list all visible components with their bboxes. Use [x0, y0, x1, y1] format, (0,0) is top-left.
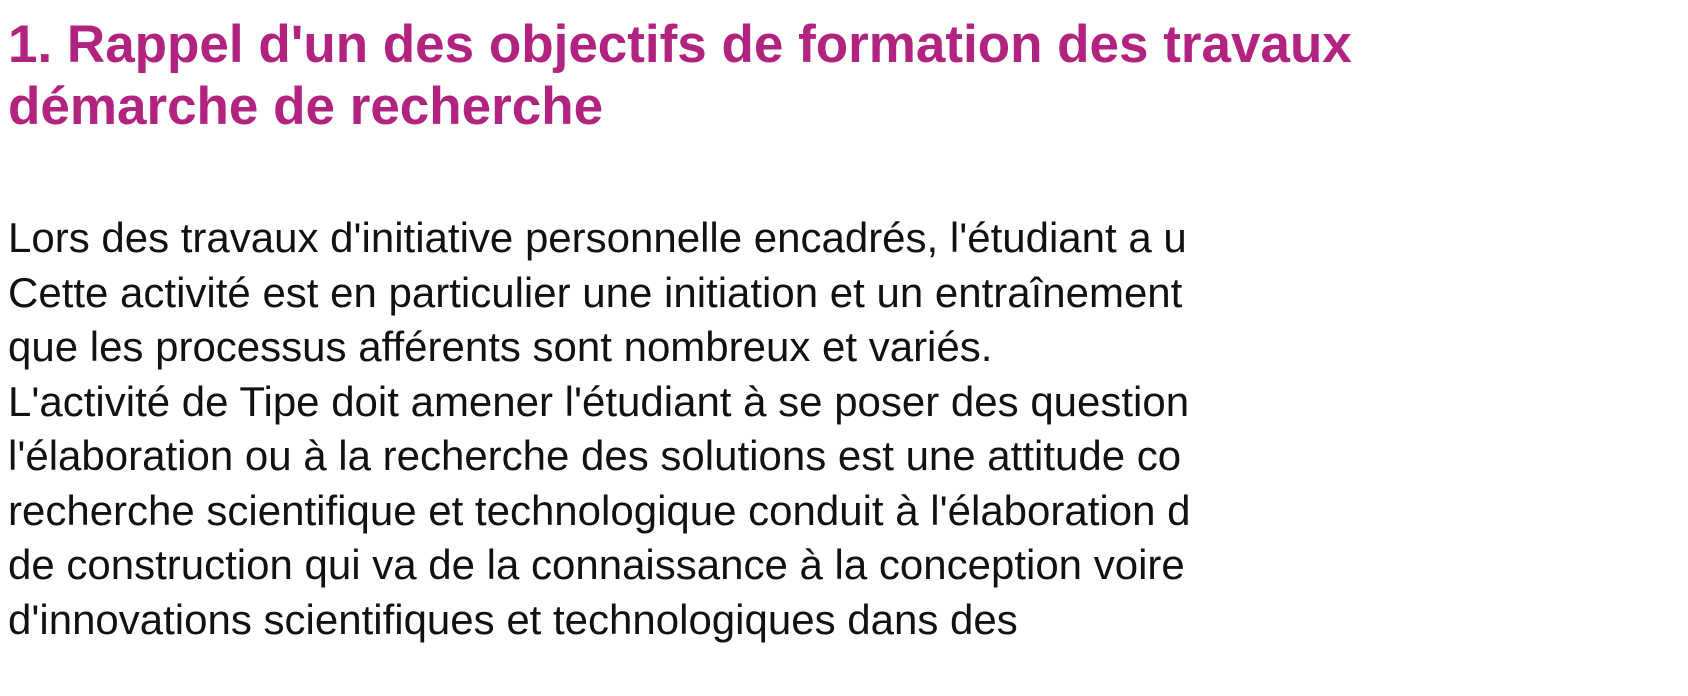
body-line-8: d'innovations scientifiques et technolog… [8, 595, 1018, 643]
body-line-4: L'activité de Tipe doit amener l'étudian… [8, 377, 1190, 425]
body-line-3: que les processus afférents sont nombreu… [8, 323, 993, 370]
body-paragraph: Lors des travaux d'initiative personnell… [8, 211, 1190, 647]
heading-line-1: 1. Rappel d'un des objectifs de formatio… [8, 15, 1352, 74]
body-line-2: Cette activité est en particulier une in… [8, 268, 1183, 316]
body-line-6: recherche scientifique et technologique … [8, 486, 1191, 534]
heading-line-2: démarche de recherche [8, 77, 604, 136]
body-line-1: Lors des travaux d'initiative personnell… [8, 214, 1187, 261]
document-page: 1. Rappel d'un des objectifs de formatio… [0, 0, 1688, 696]
section-heading: 1. Rappel d'un des objectifs de formatio… [8, 14, 1352, 138]
body-line-5: l'élaboration ou à la recherche des solu… [8, 432, 1182, 479]
body-line-7: de construction qui va de la connaissanc… [8, 541, 1185, 588]
